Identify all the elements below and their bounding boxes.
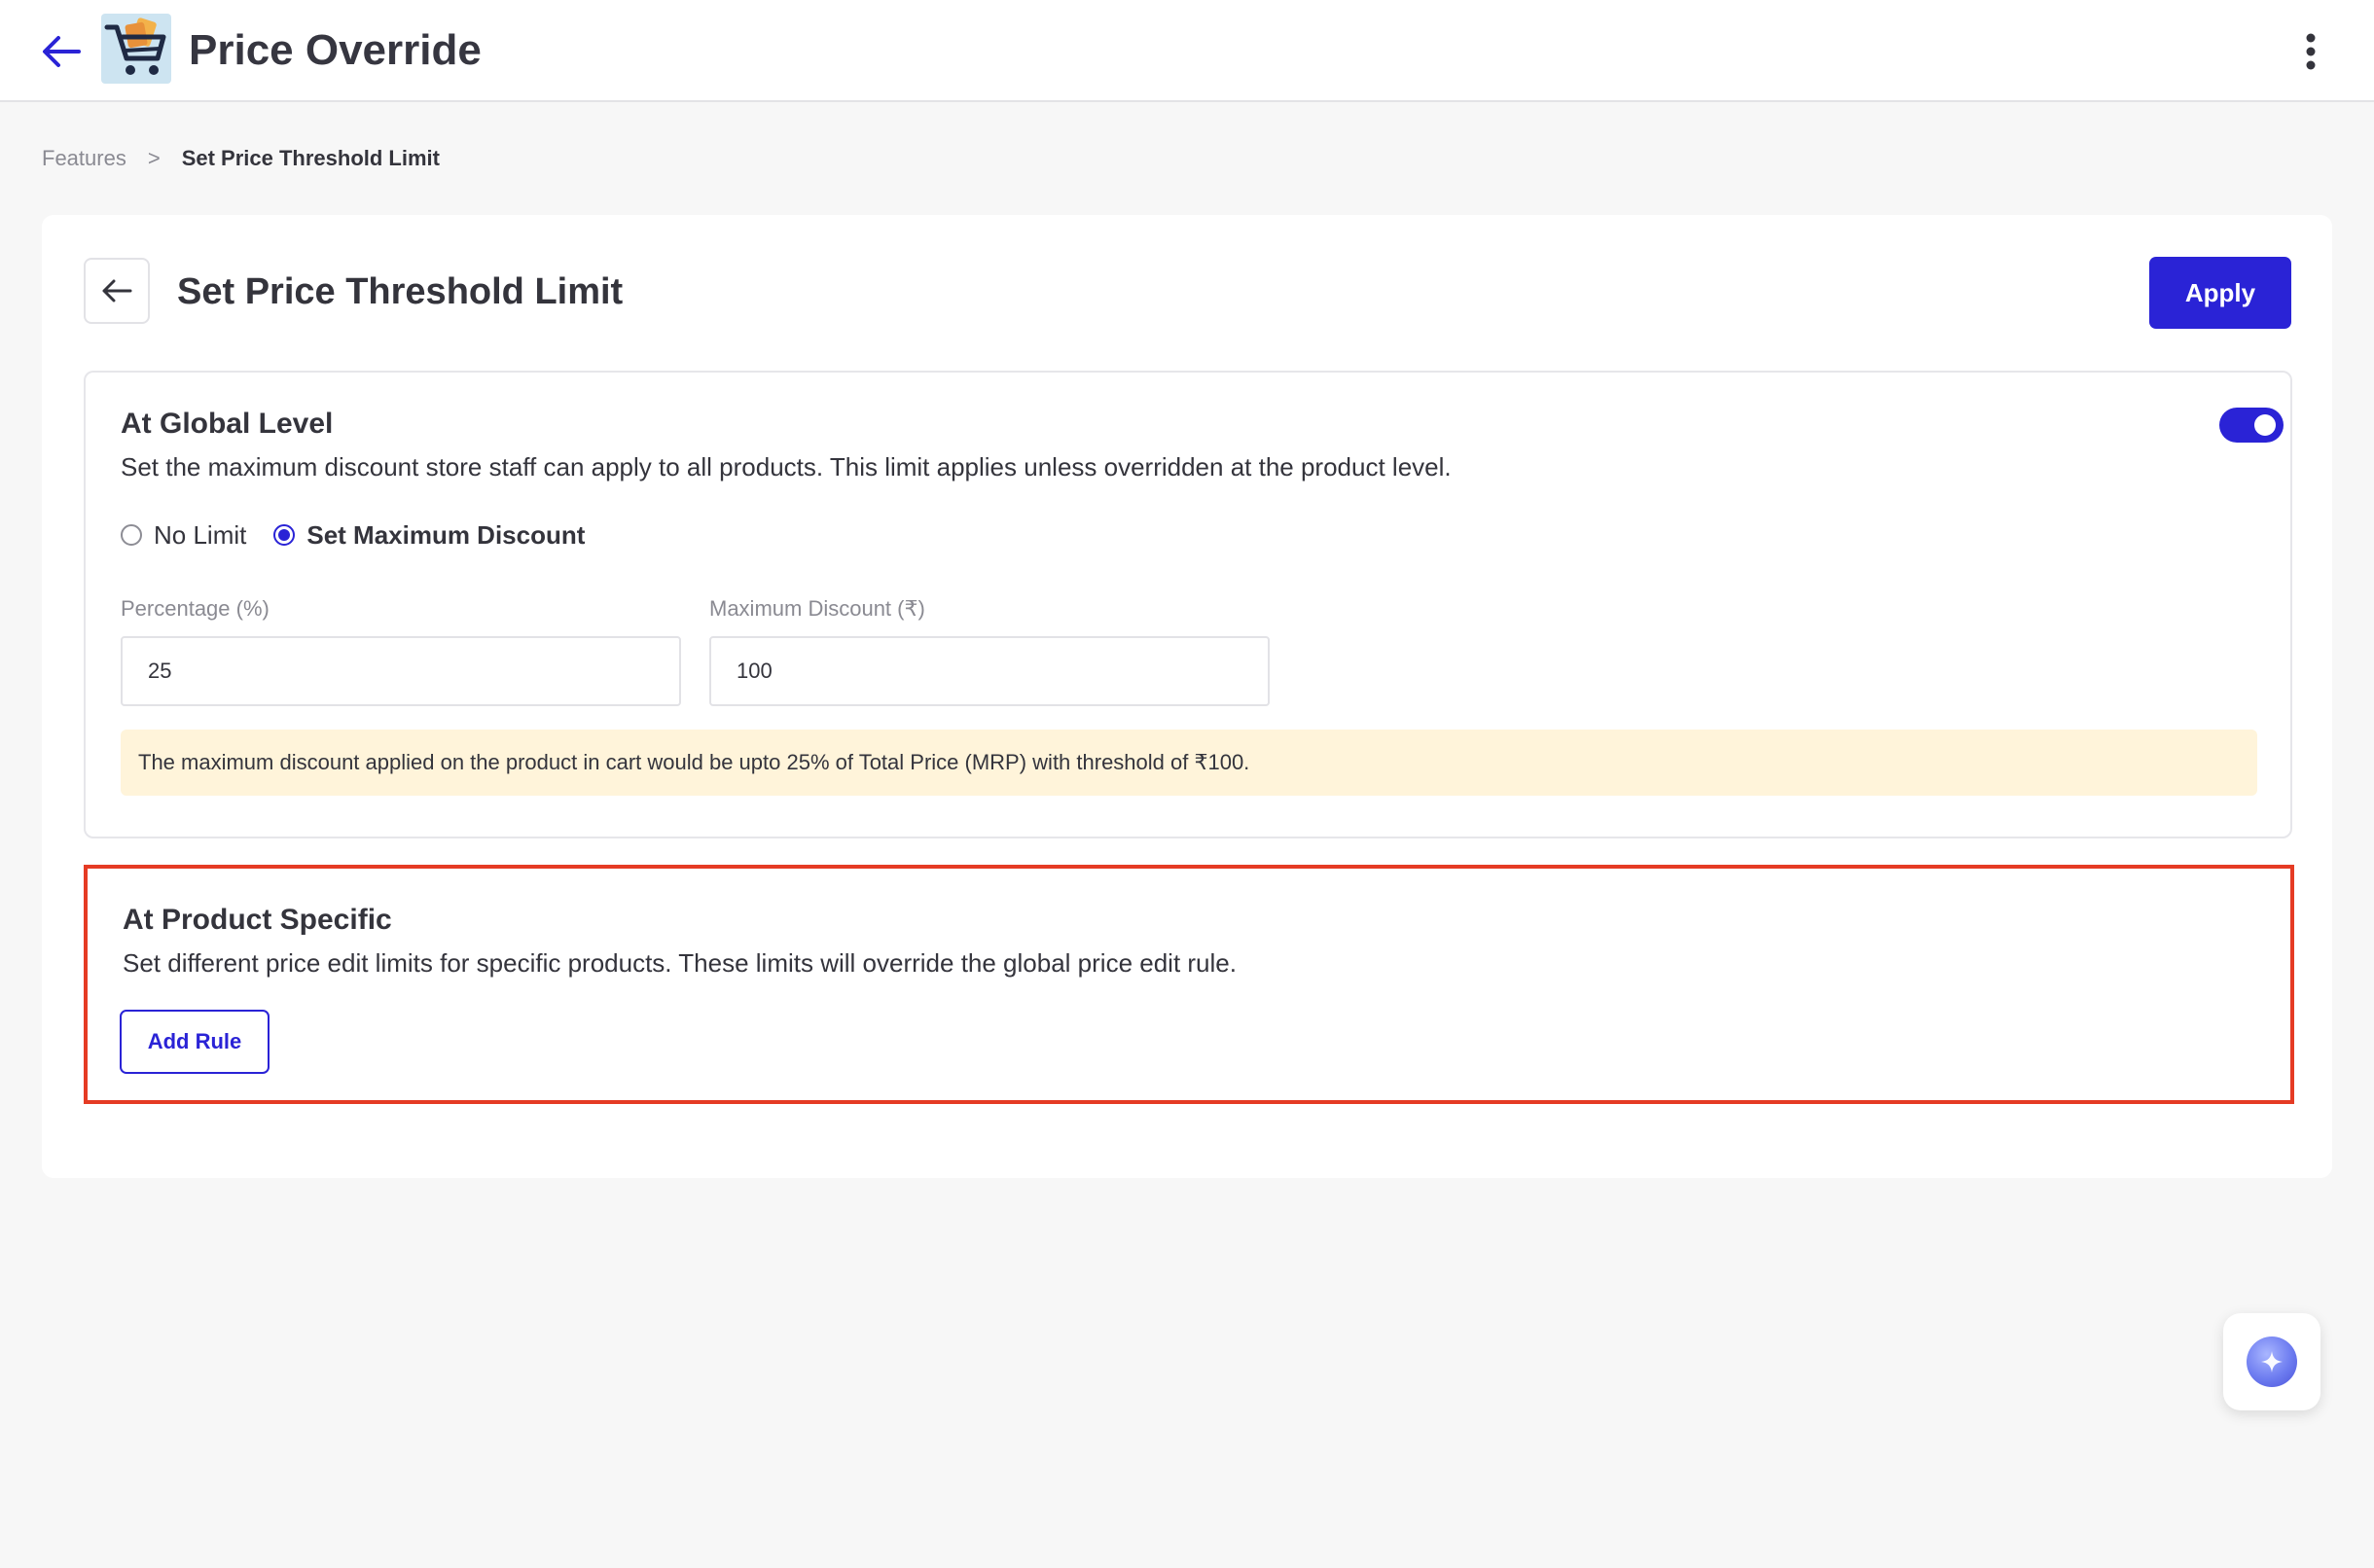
maximum-discount-input[interactable] — [709, 636, 1270, 706]
breadcrumb-current: Set Price Threshold Limit — [181, 146, 440, 170]
arrow-left-icon — [102, 279, 132, 303]
shopping-cart-logo-icon — [104, 18, 166, 75]
assistant-orb — [2247, 1336, 2297, 1387]
product-specific-description: Set different price edit limits for spec… — [123, 948, 1237, 978]
product-specific-section: At Product Specific Set different price … — [84, 865, 2294, 1104]
toggle-knob — [2254, 414, 2276, 436]
arrow-left-icon — [43, 36, 81, 67]
header-back-button[interactable] — [39, 29, 84, 74]
radio-unchecked-icon — [121, 524, 142, 546]
kebab-menu-icon — [2306, 33, 2316, 70]
breadcrumb: Features > Set Price Threshold Limit — [42, 144, 440, 173]
limit-type-radio-group: No Limit Set Maximum Discount — [121, 518, 585, 552]
radio-checked-icon — [273, 524, 296, 546]
assistant-button[interactable] — [2223, 1313, 2320, 1410]
global-level-description: Set the maximum discount store staff can… — [121, 452, 1452, 481]
app: Price Override Features > Set Price Thre… — [0, 0, 2374, 1568]
app-logo — [101, 14, 171, 84]
card-back-button[interactable] — [84, 258, 150, 324]
radio-set-maximum-discount[interactable]: Set Maximum Discount — [273, 520, 585, 551]
breadcrumb-features-link[interactable]: Features — [42, 146, 126, 171]
global-level-title: At Global Level — [121, 408, 334, 440]
global-level-section: At Global Level Set the maximum discount… — [84, 371, 2292, 838]
top-header: Price Override — [0, 0, 2374, 102]
percentage-label: Percentage (%) — [121, 596, 270, 621]
product-specific-title: At Product Specific — [123, 904, 392, 936]
sparkle-assistant-icon — [2261, 1351, 2283, 1372]
more-options-button[interactable] — [2288, 29, 2333, 74]
percentage-input[interactable] — [121, 636, 681, 706]
maximum-discount-label: Maximum Discount (₹) — [709, 596, 925, 621]
apply-button[interactable]: Apply — [2149, 257, 2291, 329]
threshold-card: Set Price Threshold Limit Apply At Globa… — [42, 215, 2332, 1178]
radio-no-limit[interactable]: No Limit — [121, 520, 246, 551]
breadcrumb-separator: > — [147, 146, 161, 170]
radio-set-maximum-discount-label: Set Maximum Discount — [306, 519, 586, 550]
radio-no-limit-label: No Limit — [154, 519, 247, 550]
discount-info-banner: The maximum discount applied on the prod… — [121, 730, 2257, 796]
app-title: Price Override — [189, 26, 482, 74]
add-rule-button[interactable]: Add Rule — [120, 1010, 270, 1074]
page-title: Set Price Threshold Limit — [177, 271, 624, 312]
global-level-toggle[interactable] — [2219, 408, 2284, 443]
